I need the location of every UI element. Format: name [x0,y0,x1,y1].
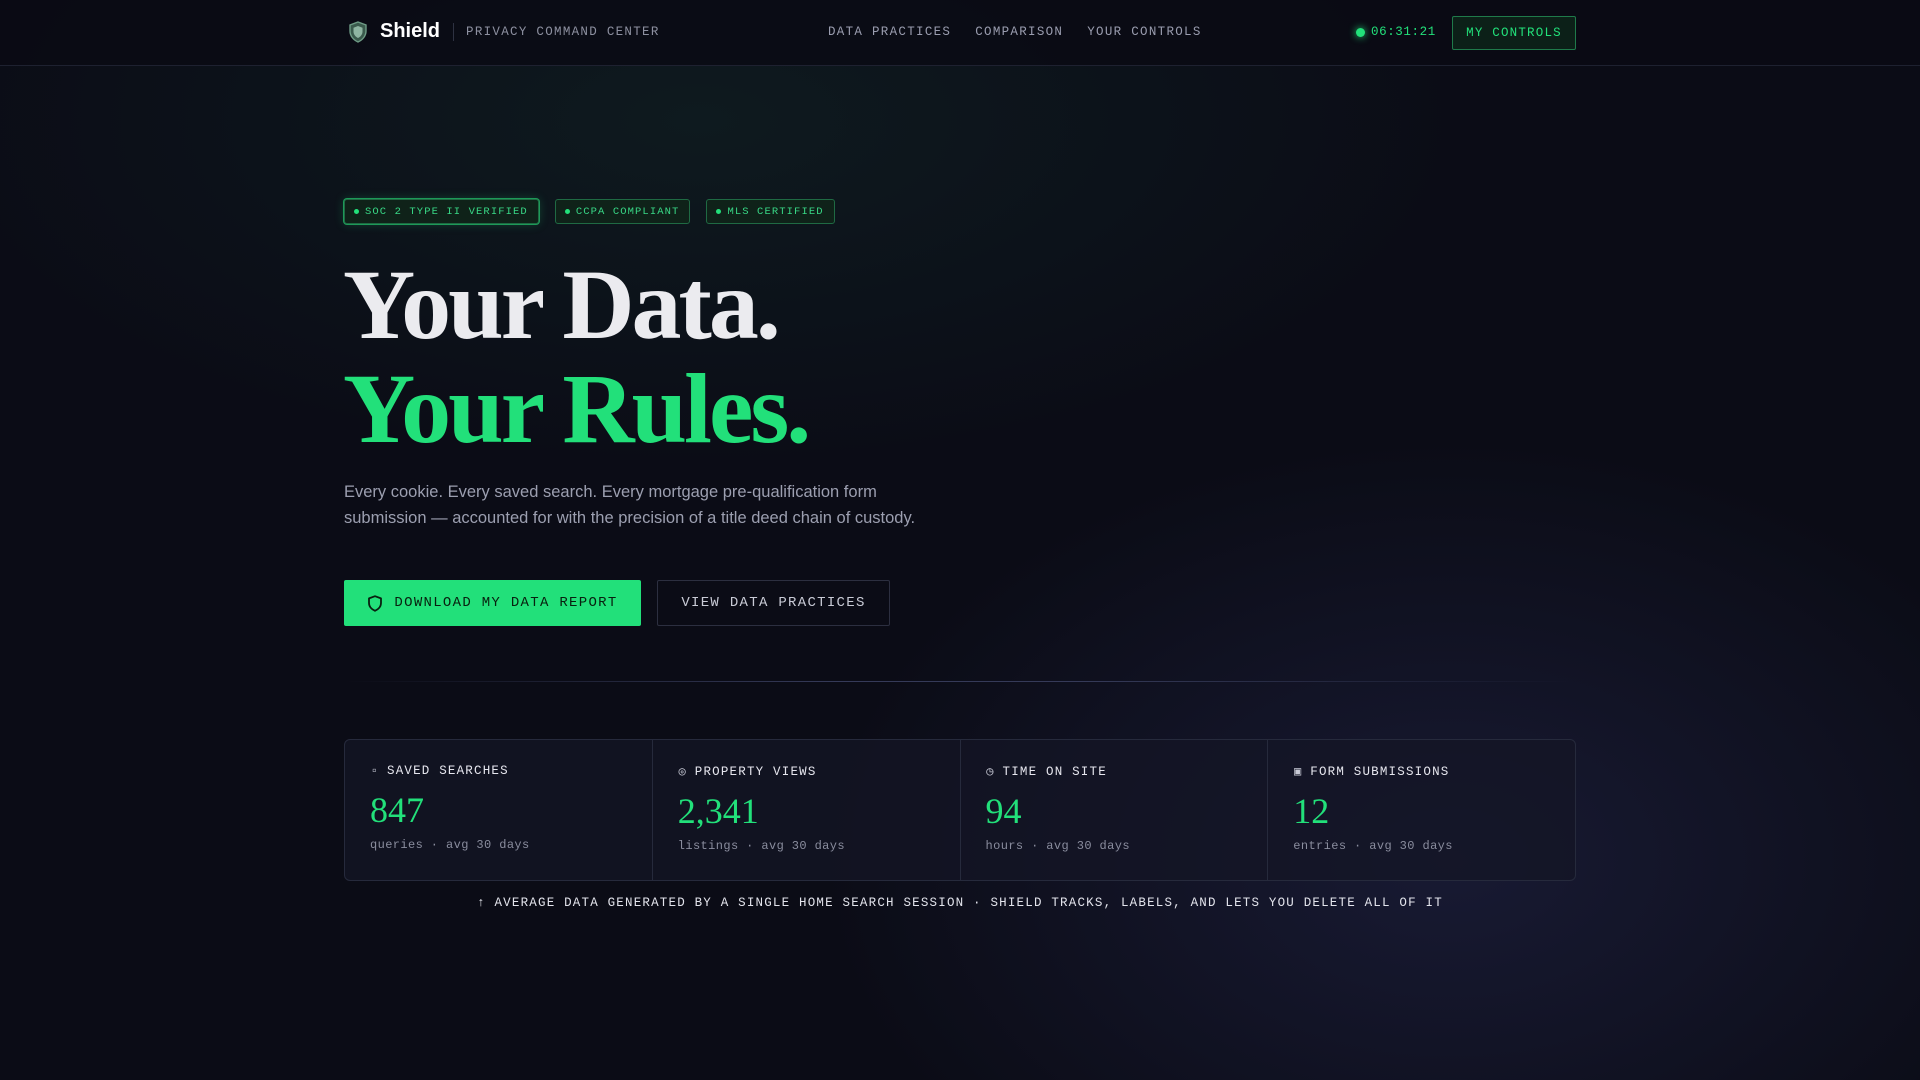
stat-label: ◷ TIME ON SITE [986,764,1268,780]
clock-icon: ◷ [986,765,995,779]
stat-saved-searches: ▫ SAVED SEARCHES 847 queries · avg 30 da… [345,740,653,880]
stat-label-text: SAVED SEARCHES [387,764,509,778]
stat-time-on-site: ◷ TIME ON SITE 94 hours · avg 30 days [961,740,1269,880]
badge-ccpa: CCPA COMPLIANT [554,199,691,224]
stats-caption: ↑ AVERAGE DATA GENERATED BY A SINGLE HOM… [477,896,1443,910]
hero-headline-line2: Your Rules. [343,353,811,464]
badge-label: MLS CERTIFIED [727,205,824,218]
clock-time: 06:31:21 [1371,25,1436,39]
badge-mls: MLS CERTIFIED [706,199,835,224]
stat-form-submissions: ▣ FORM SUBMISSIONS 12 entries · avg 30 d… [1268,740,1575,880]
main-nav: DATA PRACTICES COMPARISON YOUR CONTROLS [828,25,1202,39]
stat-property-views: ◎ PROPERTY VIEWS 2,341 listings · avg 30… [653,740,961,880]
shield-icon [367,594,383,612]
hero-description: Every cookie. Every saved search. Every … [344,483,916,527]
brand-name: Shield [380,20,441,42]
stats-panel: ▫ SAVED SEARCHES 847 queries · avg 30 da… [344,739,1576,881]
session-clock: 06:31:21 [1356,25,1436,39]
compliance-badges: SOC 2 TYPE II VERIFIED CCPA COMPLIANT ML… [344,199,835,224]
badge-dot [354,209,359,214]
my-controls-button[interactable]: MY CONTROLS [1452,16,1576,50]
stat-subtext: hours · avg 30 days [985,839,1130,853]
form-icon: ▣ [1294,765,1303,779]
brand[interactable]: Shield PRIVACY COMMAND CENTER [348,20,660,43]
nav-data-practices[interactable]: DATA PRACTICES [828,25,951,39]
stat-subtext: queries · avg 30 days [370,838,530,852]
badge-label: CCPA COMPLIANT [575,205,680,218]
stat-label-text: TIME ON SITE [1002,764,1107,779]
download-button-label: DOWNLOAD MY DATA REPORT [394,595,618,611]
view-data-practices-button[interactable]: VIEW DATA PRACTICES [657,580,890,626]
hero-headline-line1: Your Data. [343,249,781,360]
stat-label: ▫ SAVED SEARCHES [370,764,652,778]
stat-value: 94 [985,791,1022,831]
nav-your-controls[interactable]: YOUR CONTROLS [1087,25,1201,39]
section-divider [344,681,1576,682]
live-status-dot [1356,27,1365,37]
eye-icon: ◎ [678,765,687,779]
stat-label: ◎ PROPERTY VIEWS [678,764,960,780]
brand-divider [453,22,455,41]
nav-comparison[interactable]: COMPARISON [975,25,1063,39]
stat-value: 2,341 [677,791,759,831]
badge-label: SOC 2 TYPE II VERIFIED [365,205,528,218]
top-nav-bar: Shield PRIVACY COMMAND CENTER DATA PRACT… [0,0,1920,66]
search-icon: ▫ [370,764,380,778]
stat-label: ▣ FORM SUBMISSIONS [1293,764,1575,780]
badge-soc2: SOC 2 TYPE II VERIFIED [344,199,539,224]
stat-subtext: listings · avg 30 days [677,839,845,853]
shield-icon [348,20,368,43]
badge-dot [716,209,722,214]
brand-subtitle: PRIVACY COMMAND CENTER [466,24,660,39]
stat-label-text: PROPERTY VIEWS [694,764,817,779]
download-data-report-button[interactable]: DOWNLOAD MY DATA REPORT [344,580,641,626]
stat-subtext: entries · avg 30 days [1293,839,1453,853]
stat-value: 12 [1293,791,1330,831]
badge-dot [564,209,570,214]
stat-label-text: FORM SUBMISSIONS [1310,764,1450,779]
stat-value: 847 [370,790,424,830]
